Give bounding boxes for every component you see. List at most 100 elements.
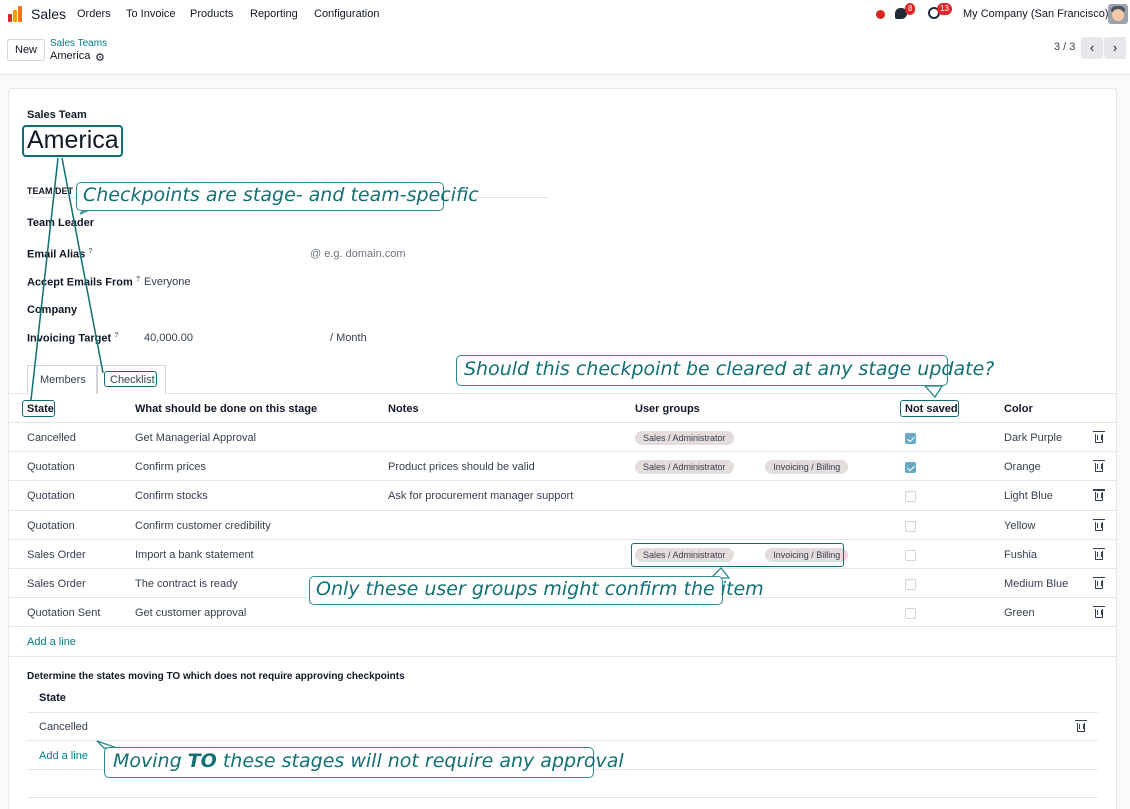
menu-to-invoice[interactable]: To Invoice xyxy=(126,8,176,20)
delete-row-icon[interactable] xyxy=(1093,489,1105,502)
row-color[interactable]: Green xyxy=(1004,607,1035,619)
no-approval-col-state[interactable]: State xyxy=(39,692,66,704)
accept-emails-label: Accept Emails From ? xyxy=(27,276,141,289)
row-task[interactable]: Confirm customer credibility xyxy=(135,520,271,532)
row-divider xyxy=(9,480,1116,481)
not-saved-checkbox[interactable] xyxy=(905,433,916,444)
row-color[interactable]: Fushia xyxy=(1004,549,1037,561)
sales-app-icon[interactable] xyxy=(8,6,24,22)
row-state[interactable]: Cancelled xyxy=(27,432,76,444)
row-color[interactable]: Light Blue xyxy=(1004,490,1053,502)
user-groups-highlight xyxy=(631,543,844,567)
row-state[interactable]: Sales Order xyxy=(27,549,86,561)
delete-row-icon[interactable] xyxy=(1093,577,1105,589)
accept-emails-field[interactable]: Everyone xyxy=(144,276,190,288)
not-saved-checkbox[interactable] xyxy=(905,549,916,561)
callout-moving-to: Moving TO these stages will not require … xyxy=(104,747,624,778)
delete-row-icon[interactable] xyxy=(1093,518,1105,531)
add-no-approval-line[interactable]: Add a line xyxy=(39,750,88,762)
no-approval-header-divider xyxy=(27,712,1098,713)
user-avatar[interactable] xyxy=(1108,4,1128,24)
header-divider xyxy=(9,422,1116,423)
user-group-tag[interactable]: Invoicing / Billing xyxy=(765,460,849,475)
no-approval-heading: Determine the states moving TO which doe… xyxy=(27,671,405,682)
pager-previous-button[interactable]: ‹ xyxy=(1081,37,1103,59)
row-state[interactable]: Quotation Sent xyxy=(27,607,100,619)
checklist-tab-highlight xyxy=(104,371,157,387)
email-alias-label: Email Alias ? xyxy=(27,248,93,261)
row-divider xyxy=(9,626,1116,627)
invoicing-target-label: Invoicing Target ? xyxy=(27,332,119,345)
menu-reporting[interactable]: Reporting xyxy=(250,8,298,20)
delete-row-icon[interactable] xyxy=(1093,431,1105,443)
callout-checkpoints: Checkpoints are stage- and team-specific xyxy=(76,182,479,211)
not-saved-checkbox[interactable] xyxy=(905,608,916,620)
not-saved-checkbox[interactable] xyxy=(905,491,916,503)
bottom-divider xyxy=(27,797,1098,798)
row-task[interactable]: Import a bank statement xyxy=(135,549,254,561)
new-button[interactable]: New xyxy=(7,39,46,61)
checklist-end-divider xyxy=(9,656,1116,657)
no-approval-row-state[interactable]: Cancelled xyxy=(39,721,88,733)
user-group-tag[interactable]: Sales / Administrator xyxy=(635,460,734,475)
email-domain-field[interactable]: @ e.g. domain.com xyxy=(310,248,406,260)
pager-value[interactable]: 3 / 3 xyxy=(1054,41,1075,53)
row-color[interactable]: Medium Blue xyxy=(1004,578,1068,590)
gear-icon[interactable]: ⚙ xyxy=(95,51,105,64)
title-label: Sales Team xyxy=(27,109,87,121)
col-task[interactable]: What should be done on this stage xyxy=(135,403,317,415)
no-approval-row-divider xyxy=(27,740,1098,741)
row-task[interactable]: Get customer approval xyxy=(135,607,246,619)
row-state[interactable]: Sales Order xyxy=(27,578,86,590)
row-divider xyxy=(9,568,1116,569)
row-state[interactable]: Quotation xyxy=(27,461,75,473)
not-saved-checkbox[interactable] xyxy=(905,462,916,474)
company-switcher[interactable]: My Company (San Francisco) xyxy=(963,8,1109,20)
tab-members[interactable]: Members xyxy=(40,374,86,386)
user-group-tag[interactable]: Sales / Administrator xyxy=(635,431,734,445)
title-highlight xyxy=(22,125,123,157)
top-navbar: Sales Orders To Invoice Products Reporti… xyxy=(0,0,1130,29)
row-state[interactable]: Quotation xyxy=(27,520,75,532)
row-divider xyxy=(9,451,1116,452)
add-checklist-line[interactable]: Add a line xyxy=(27,636,76,648)
invoicing-target-field[interactable]: 40,000.00 xyxy=(144,332,193,344)
state-col-highlight xyxy=(22,400,55,417)
pager-next-button[interactable]: › xyxy=(1104,37,1126,59)
invoicing-target-unit: / Month xyxy=(330,332,367,344)
row-color[interactable]: Orange xyxy=(1004,461,1041,473)
breadcrumb-sales-teams[interactable]: Sales Teams xyxy=(50,38,107,49)
delete-row-icon[interactable] xyxy=(1093,547,1105,560)
status-dot-icon[interactable] xyxy=(876,10,885,19)
row-color[interactable]: Yellow xyxy=(1004,520,1035,532)
callout-user-groups: Only these user groups might confirm the… xyxy=(309,576,764,605)
row-color[interactable]: Dark Purple xyxy=(1004,432,1062,444)
row-task[interactable]: Get Managerial Approval xyxy=(135,432,256,444)
messages-badge: 8 xyxy=(905,3,916,15)
delete-row-icon[interactable] xyxy=(1075,720,1087,732)
delete-row-icon[interactable] xyxy=(1093,606,1105,619)
activities-badge: 13 xyxy=(937,3,952,15)
row-notes[interactable]: Ask for procurement manager support xyxy=(388,490,573,502)
tabs-baseline xyxy=(9,393,1116,394)
row-task[interactable]: Confirm prices xyxy=(135,461,206,473)
menu-products[interactable]: Products xyxy=(190,8,233,20)
app-name[interactable]: Sales xyxy=(31,6,66,22)
not-saved-checkbox[interactable] xyxy=(905,579,916,590)
team-details-section: TEAM DET xyxy=(27,186,73,196)
menu-configuration[interactable]: Configuration xyxy=(314,8,379,20)
breadcrumb-current-record: America xyxy=(50,50,91,62)
delete-row-icon[interactable] xyxy=(1093,460,1105,473)
col-user-groups[interactable]: User groups xyxy=(635,403,700,415)
not-saved-checkbox[interactable] xyxy=(905,520,916,532)
row-task[interactable]: The contract is ready xyxy=(135,578,238,590)
col-notes[interactable]: Notes xyxy=(388,403,419,415)
row-divider xyxy=(9,510,1116,511)
row-state[interactable]: Quotation xyxy=(27,490,75,502)
row-notes[interactable]: Product prices should be valid xyxy=(388,461,535,473)
col-color[interactable]: Color xyxy=(1004,403,1033,415)
row-task[interactable]: Confirm stocks xyxy=(135,490,208,502)
company-label: Company xyxy=(27,304,78,316)
menu-orders[interactable]: Orders xyxy=(77,8,111,20)
callout-cleared: Should this checkpoint be cleared at any… xyxy=(456,355,994,386)
